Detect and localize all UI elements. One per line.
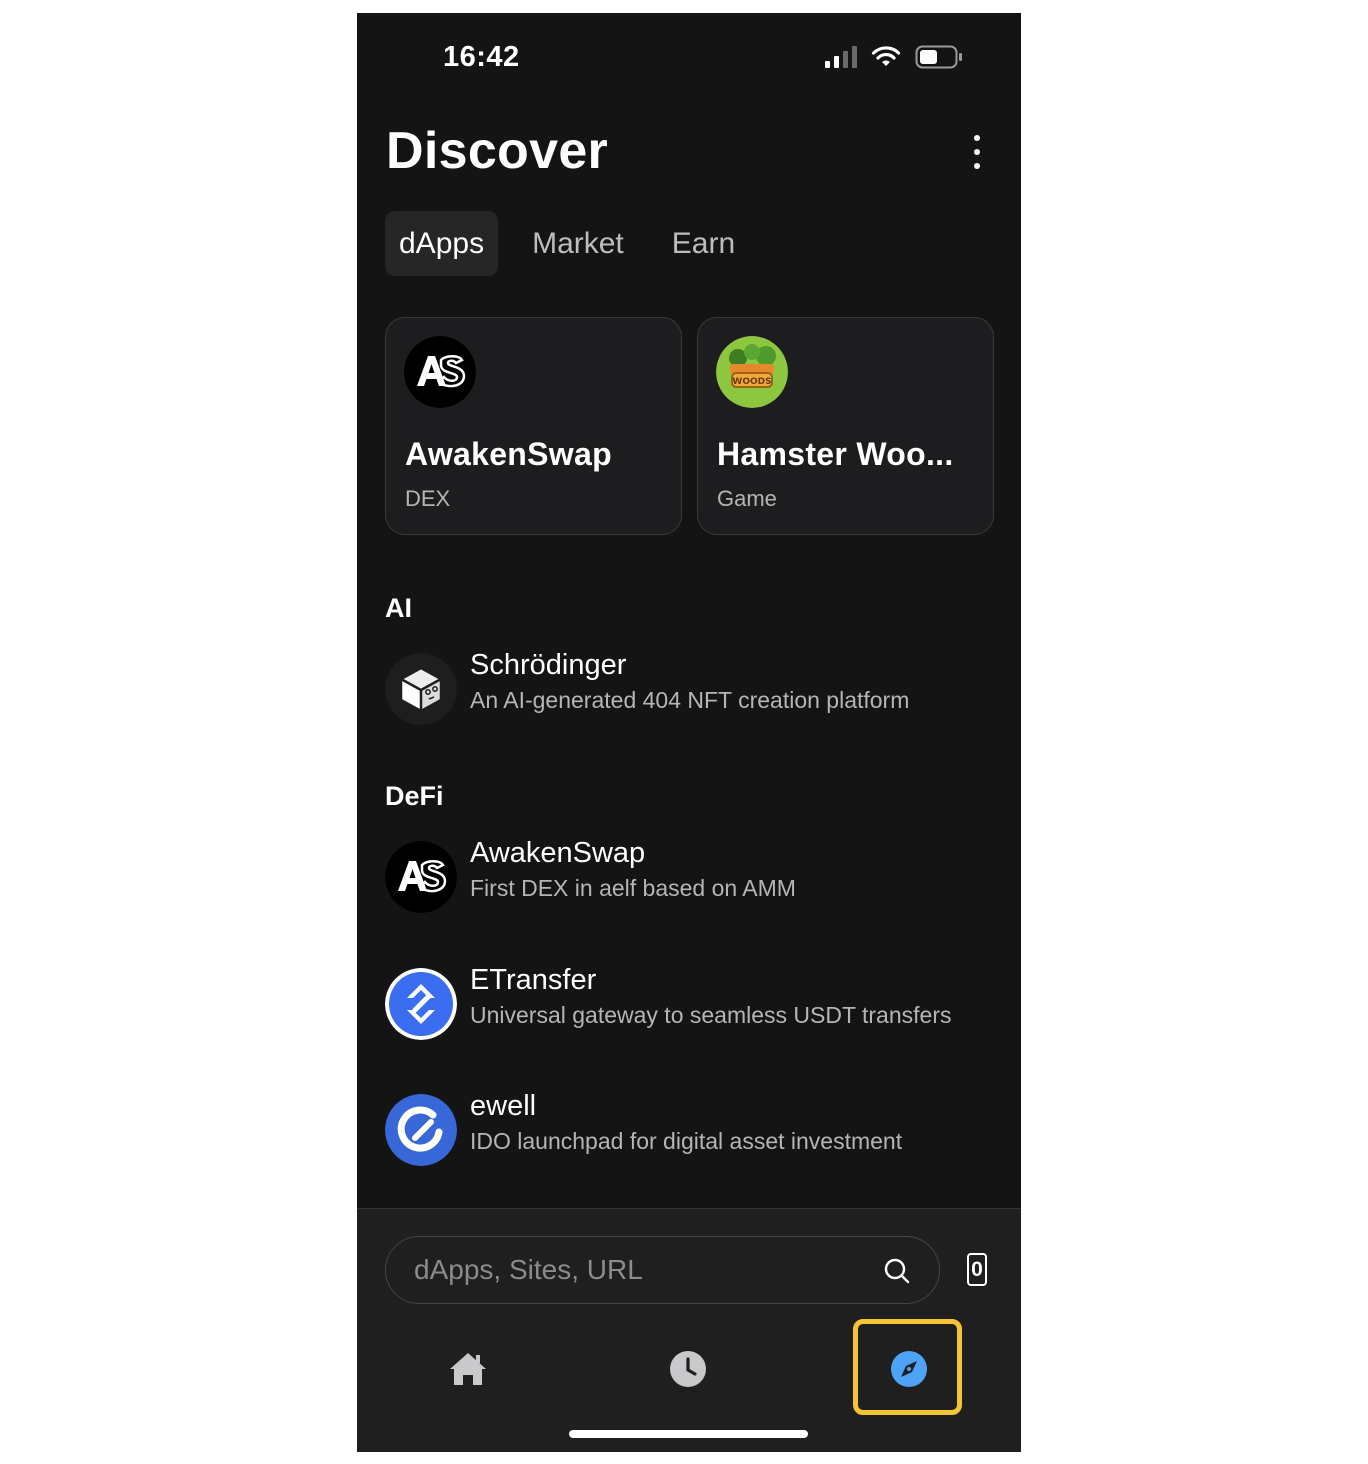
signal-icon [825, 46, 857, 68]
compass-icon [891, 1351, 927, 1387]
hamster-woods-logo-icon: WOODS [716, 336, 788, 408]
home-icon [450, 1353, 486, 1385]
list-item-description: An AI-generated 404 NFT creation platfor… [470, 687, 910, 713]
phone-screen: 16:42 Discover dApps Market Earn AwakenS… [357, 13, 1021, 1452]
featured-card-title: AwakenSwap [405, 436, 612, 472]
list-item-description: First DEX in aelf based on AMM [470, 875, 796, 901]
svg-text:WOODS: WOODS [732, 377, 771, 387]
list-item-description: Universal gateway to seamless USDT trans… [470, 1002, 952, 1028]
featured-card-hamster-woods[interactable]: WOODS Hamster Woo... Game [697, 317, 994, 535]
list-item-awakenswap[interactable]: AwakenSwap First DEX in aelf based on AM… [385, 837, 995, 913]
search-icon[interactable] [883, 1257, 911, 1285]
featured-card-category: Game [717, 486, 777, 511]
open-tabs-button[interactable]: 0 [967, 1253, 987, 1286]
schrodinger-logo-icon [385, 653, 457, 725]
tab-market[interactable]: Market [518, 211, 638, 276]
nav-discover[interactable] [879, 1339, 939, 1399]
list-item-schrodinger[interactable]: Schrödinger An AI-generated 404 NFT crea… [385, 649, 995, 725]
etransfer-logo-icon [385, 968, 457, 1040]
battery-icon [915, 45, 962, 69]
section-title-ai: AI [385, 593, 412, 623]
awakenswap-logo-icon [385, 841, 457, 913]
list-item-etransfer[interactable]: ETransfer Universal gateway to seamless … [385, 964, 995, 1040]
list-item-title: ewell [470, 1090, 537, 1122]
featured-card-category: DEX [405, 486, 451, 511]
clock-icon [670, 1351, 706, 1387]
search-input[interactable] [414, 1237, 854, 1303]
search-box[interactable] [385, 1236, 940, 1304]
wifi-icon [871, 46, 901, 66]
awakenswap-logo-icon [404, 336, 476, 408]
nav-history[interactable] [658, 1339, 718, 1399]
list-item-description: IDO launchpad for digital asset investme… [470, 1128, 903, 1154]
bottom-bar: 0 [357, 1208, 1021, 1452]
tab-dapps[interactable]: dApps [385, 211, 499, 276]
list-item-title: AwakenSwap [470, 837, 646, 869]
featured-card-title: Hamster Woo... [717, 436, 954, 472]
home-indicator [569, 1430, 808, 1438]
tab-earn[interactable]: Earn [658, 211, 749, 276]
nav-home[interactable] [438, 1339, 498, 1399]
ewell-logo-icon [385, 1094, 457, 1166]
section-title-defi: DeFi [385, 781, 444, 811]
featured-card-awakenswap[interactable]: AwakenSwap DEX [385, 317, 682, 535]
list-item-ewell[interactable]: ewell IDO launchpad for digital asset in… [385, 1090, 995, 1166]
status-icons [825, 45, 963, 69]
status-time: 16:42 [443, 41, 520, 73]
more-options-icon[interactable] [969, 135, 985, 169]
list-item-title: Schrödinger [470, 649, 627, 681]
page-title: Discover [386, 122, 609, 180]
category-tabs: dApps Market Earn [385, 211, 749, 276]
list-item-title: ETransfer [470, 964, 597, 996]
